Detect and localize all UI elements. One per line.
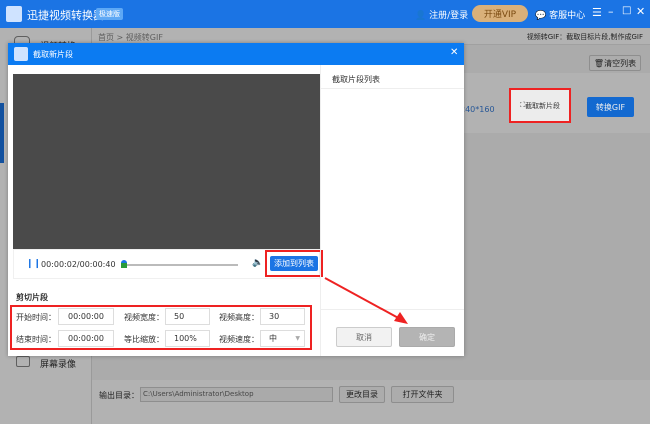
annotation-arrow: [324, 277, 408, 324]
